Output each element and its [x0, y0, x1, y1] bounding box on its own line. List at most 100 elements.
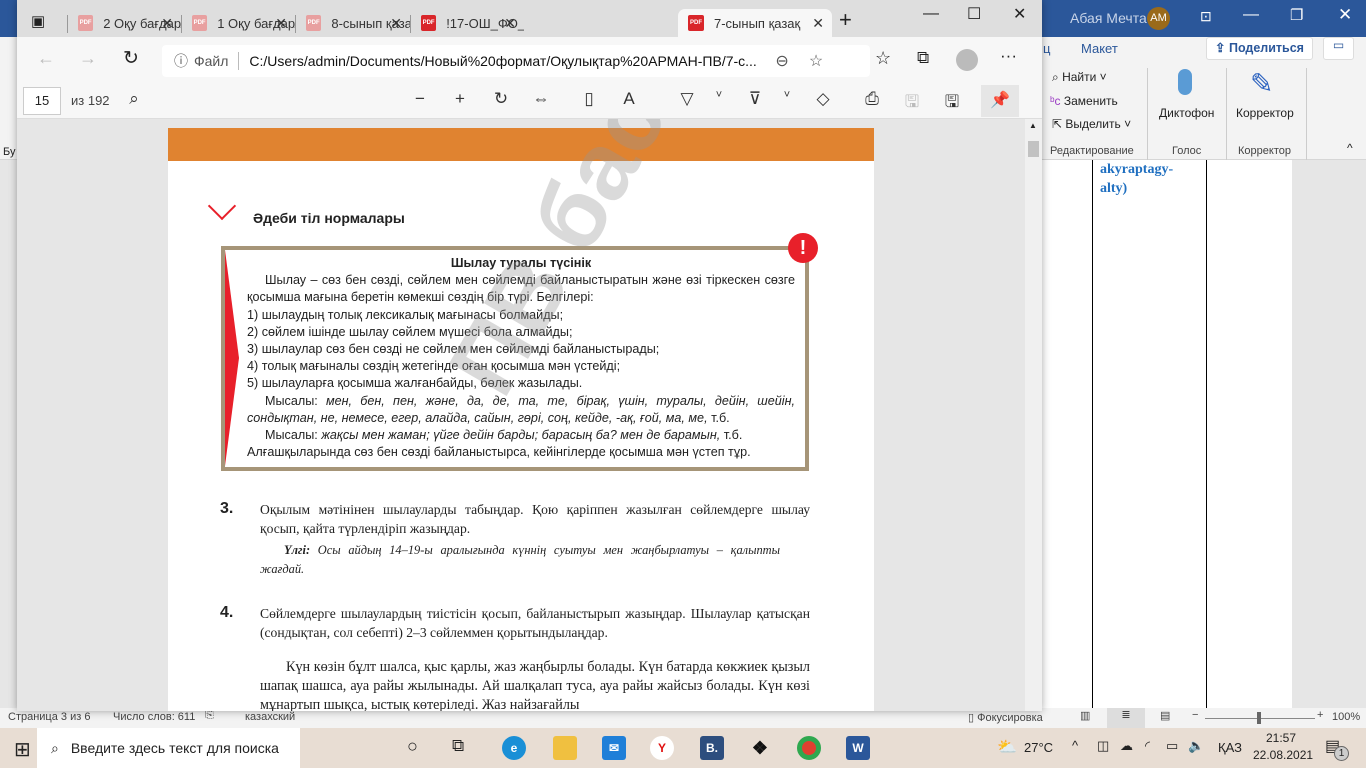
windows-start-icon[interactable]: ⊞: [14, 737, 31, 762]
booking-icon[interactable]: B.: [700, 736, 724, 760]
select-label: Выделить: [1065, 117, 1121, 131]
edge-icon[interactable]: e: [502, 736, 526, 760]
weather-icon[interactable]: ⛅: [997, 737, 1017, 757]
word-icon[interactable]: W: [846, 736, 870, 760]
yandex-icon[interactable]: Y: [650, 736, 674, 760]
highlight-icon[interactable]: ⊽: [743, 89, 767, 109]
favorites-icon[interactable]: ☆: [875, 48, 891, 69]
rotate-icon[interactable]: ↻: [489, 89, 513, 109]
info-icon[interactable]: ⓘ: [174, 51, 188, 71]
taskbar-search[interactable]: ⌕ Введите здесь текст для поиска: [37, 728, 300, 768]
volume-icon[interactable]: 🔈: [1188, 738, 1204, 754]
battery-icon[interactable]: ▭: [1166, 738, 1178, 754]
zoom-level[interactable]: 100%: [1332, 711, 1360, 723]
avatar[interactable]: АМ: [1147, 7, 1170, 30]
zoom-out-icon[interactable]: −: [408, 89, 432, 109]
url-text[interactable]: C:/Users/admin/Documents/Новый%20формат/…: [249, 53, 769, 69]
read-mode-icon[interactable]: ▥: [1080, 709, 1090, 722]
more-icon[interactable]: ···: [1000, 46, 1017, 66]
forward-icon[interactable]: →: [79, 48, 97, 69]
close-icon[interactable]: ✕: [1338, 5, 1352, 25]
new-tab-icon[interactable]: +: [839, 9, 852, 31]
group-editing-label: Редактирование: [1050, 145, 1134, 157]
language[interactable]: казахский: [245, 711, 295, 723]
input-language[interactable]: ҚАЗ: [1218, 740, 1242, 755]
minimize-icon[interactable]: —: [923, 5, 939, 23]
web-layout-icon[interactable]: ▤: [1160, 709, 1170, 722]
scroll-thumb[interactable]: [1028, 141, 1039, 157]
tab-active[interactable]: PDF 7-сынып қазақ тілі ✕: [678, 9, 832, 37]
find-button[interactable]: ⌕ Найти ˅: [1052, 70, 1107, 85]
close-icon[interactable]: ✕: [1013, 4, 1026, 24]
ribbon-display-icon[interactable]: ⊡: [1200, 8, 1212, 25]
zoom-out[interactable]: −: [1192, 709, 1198, 721]
wifi-icon[interactable]: ◜: [1145, 738, 1150, 754]
search-icon[interactable]: ⌕: [122, 89, 146, 109]
print-icon[interactable]: ⎙: [860, 89, 884, 109]
collections-icon[interactable]: ⧉: [917, 48, 929, 68]
example-end: т.б.: [723, 428, 743, 443]
tab[interactable]: PDF8-сынып қазақ тілі✕: [296, 9, 410, 37]
collapse-ribbon-icon[interactable]: ^: [1347, 141, 1353, 155]
zoom-slider-thumb[interactable]: [1257, 712, 1261, 724]
eraser-icon[interactable]: ◇: [811, 89, 835, 109]
comments-button[interactable]: ▭: [1323, 37, 1354, 60]
refresh-icon[interactable]: ↻: [123, 47, 139, 70]
zoom-in[interactable]: +: [1317, 709, 1323, 721]
word-status-bar: Страница 3 из 6 Число слов: 611 ⎘ казахс…: [0, 708, 1366, 728]
minimize-icon[interactable]: —: [1243, 6, 1259, 24]
scrollbar[interactable]: ▲: [1025, 119, 1042, 711]
tab[interactable]: PDF1 Оқу бағдарламасы✕: [182, 9, 295, 37]
dropbox-icon[interactable]: ❖: [748, 736, 772, 760]
draw-icon[interactable]: ▽: [675, 89, 699, 109]
file-explorer-icon[interactable]: [553, 736, 577, 760]
show-hidden-icon[interactable]: ^: [1072, 738, 1078, 753]
save-as-icon[interactable]: 🖫: [940, 89, 964, 118]
share-button[interactable]: ⇪ Поделиться: [1206, 37, 1313, 60]
address-bar[interactable]: ⓘ Файл C:/Users/admin/Documents/Новый%20…: [162, 45, 870, 77]
focus-button[interactable]: ▯ Фокусировка: [968, 711, 1043, 724]
clock-date[interactable]: 22.08.2021: [1253, 748, 1313, 762]
dictate-button[interactable]: Диктофон: [1159, 106, 1214, 120]
word-count[interactable]: Число слов: 611: [113, 711, 195, 723]
tab-layout[interactable]: Макет: [1081, 41, 1118, 56]
tab[interactable]: PDF2 Оқу бағдарламасы✕: [68, 9, 181, 37]
page-view-icon[interactable]: ▯: [577, 89, 601, 109]
draw-dropdown-icon[interactable]: ˅: [707, 89, 731, 101]
highlight-dropdown-icon[interactable]: ˅: [775, 89, 799, 101]
read-aloud-icon[interactable]: A: [617, 89, 641, 109]
meet-icon[interactable]: ◫: [1097, 738, 1109, 754]
chrome-icon[interactable]: [797, 736, 821, 760]
clock-time[interactable]: 21:57: [1266, 731, 1296, 745]
restore-icon[interactable]: ❐: [1290, 6, 1303, 24]
task-view-icon[interactable]: ⧉: [452, 736, 464, 756]
cortana-icon[interactable]: ○: [407, 736, 418, 757]
zoom-out-icon[interactable]: ⊖: [775, 51, 788, 71]
back-icon[interactable]: ←: [37, 48, 55, 69]
tab-partial[interactable]: ц: [1043, 41, 1050, 56]
close-tab-icon[interactable]: ✕: [504, 15, 516, 32]
page-number-input[interactable]: 15: [23, 87, 61, 115]
editor-button[interactable]: Корректор: [1236, 106, 1294, 120]
tab-actions-icon[interactable]: ▣: [31, 12, 45, 30]
close-tab-icon[interactable]: ✕: [812, 15, 824, 32]
zoom-in-icon[interactable]: +: [448, 89, 472, 109]
page-count[interactable]: Страница 3 из 6: [8, 711, 90, 723]
tab[interactable]: PDF!17-ОШ_ФО_Қазақ✕: [411, 9, 524, 37]
profile-icon[interactable]: [956, 49, 978, 71]
save-icon[interactable]: 🖫: [900, 89, 924, 118]
select-button[interactable]: ⇱ Выделить ˅: [1052, 117, 1131, 131]
mail-icon[interactable]: ✉: [602, 736, 626, 760]
close-tab-icon[interactable]: ✕: [390, 15, 402, 32]
replace-button[interactable]: ᵇc Заменить: [1050, 94, 1118, 108]
close-tab-icon[interactable]: ✕: [275, 15, 287, 32]
onedrive-icon[interactable]: ☁: [1120, 738, 1133, 754]
fit-width-icon[interactable]: ⇔: [529, 89, 553, 109]
scroll-up-icon[interactable]: ▲: [1029, 121, 1037, 130]
print-layout-icon[interactable]: ≣: [1107, 708, 1145, 728]
add-favorite-icon[interactable]: ☆: [809, 51, 823, 71]
pin-toolbar-icon[interactable]: 📌: [981, 85, 1019, 117]
maximize-icon[interactable]: ☐: [967, 4, 981, 24]
close-tab-icon[interactable]: ✕: [161, 15, 173, 32]
temperature[interactable]: 27°C: [1024, 740, 1053, 755]
